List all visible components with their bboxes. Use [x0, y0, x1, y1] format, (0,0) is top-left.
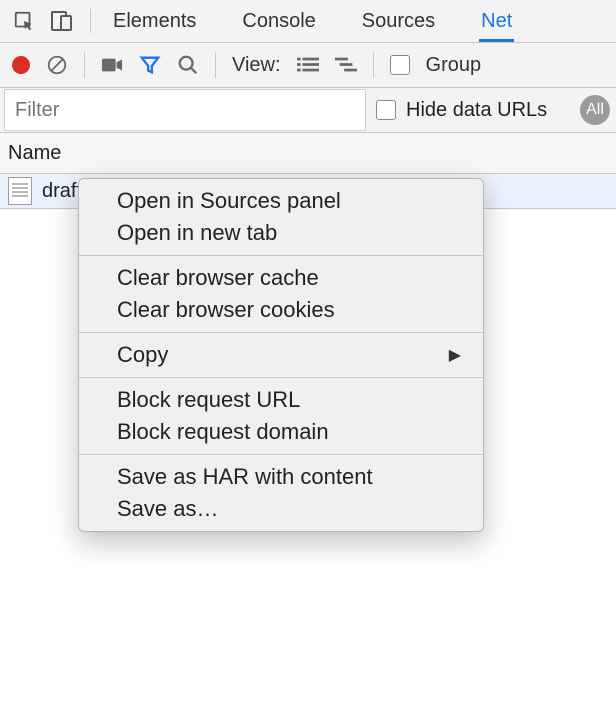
- menu-copy[interactable]: Copy ▶: [79, 339, 483, 371]
- menu-block-url[interactable]: Block request URL: [79, 384, 483, 416]
- menu-sep-3: [79, 377, 483, 378]
- menu-copy-label: Copy: [117, 342, 168, 368]
- devtools-topbar: Elements Console Sources Net: [0, 0, 616, 43]
- toolbar-sep-3: [373, 52, 374, 78]
- tab-sources[interactable]: Sources: [360, 2, 437, 41]
- view-label: View:: [232, 54, 281, 77]
- context-menu: Open in Sources panel Open in new tab Cl…: [78, 178, 484, 532]
- toolbar-sep-2: [215, 52, 216, 78]
- inspect-icon[interactable]: [12, 9, 36, 33]
- clear-icon[interactable]: [46, 54, 68, 76]
- filter-input[interactable]: [4, 89, 366, 131]
- camera-icon[interactable]: [101, 56, 123, 74]
- filter-bar: Hide data URLs All: [0, 88, 616, 133]
- menu-sep-4: [79, 454, 483, 455]
- menu-save-har[interactable]: Save as HAR with content: [79, 461, 483, 493]
- tab-network[interactable]: Net: [479, 2, 514, 42]
- group-label: Group: [426, 54, 482, 77]
- menu-save-as[interactable]: Save as…: [79, 493, 483, 525]
- tab-console[interactable]: Console: [240, 2, 317, 41]
- hide-data-urls-label: Hide data URLs: [406, 99, 547, 122]
- filter-all-badge[interactable]: All: [580, 95, 610, 125]
- search-icon[interactable]: [177, 54, 199, 76]
- filter-icon[interactable]: [139, 54, 161, 76]
- menu-sep-1: [79, 255, 483, 256]
- menu-clear-cookies[interactable]: Clear browser cookies: [79, 294, 483, 326]
- record-button[interactable]: [12, 56, 30, 74]
- hide-data-urls-checkbox[interactable]: [376, 100, 396, 120]
- menu-clear-cache[interactable]: Clear browser cache: [79, 262, 483, 294]
- menu-block-domain[interactable]: Block request domain: [79, 416, 483, 448]
- menu-sep-2: [79, 332, 483, 333]
- view-list-icon[interactable]: [297, 56, 319, 74]
- toolbar-sep-1: [84, 52, 85, 78]
- chevron-right-icon: ▶: [449, 345, 461, 365]
- requests-list: draft-yasskin-wpack-bundled-exchanges.ht…: [0, 174, 616, 209]
- network-toolbar: View: Group: [0, 43, 616, 88]
- device-toggle-icon[interactable]: [50, 9, 74, 33]
- devtools-tabs: Elements Console Sources Net: [111, 2, 514, 41]
- tab-elements[interactable]: Elements: [111, 2, 198, 41]
- topbar-divider: [90, 9, 91, 33]
- view-waterfall-icon[interactable]: [335, 56, 357, 74]
- file-icon: [8, 177, 32, 205]
- column-header-name[interactable]: Name: [0, 133, 616, 174]
- group-checkbox[interactable]: [390, 55, 410, 75]
- menu-open-in-sources[interactable]: Open in Sources panel: [79, 185, 483, 217]
- menu-open-in-new-tab[interactable]: Open in new tab: [79, 217, 483, 249]
